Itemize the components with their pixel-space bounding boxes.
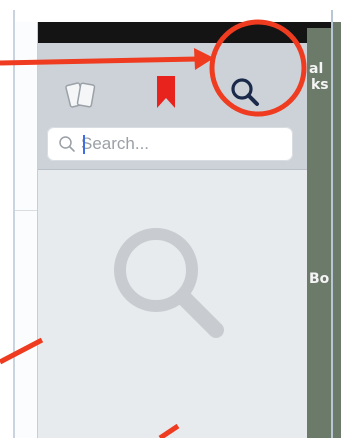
search-field[interactable] [47,127,293,161]
header-divider [38,169,308,170]
background-text-line3: Bo [309,271,330,287]
search-field-icon [59,136,75,152]
content-edge-left [15,22,37,438]
background-text-line1: al [309,61,324,77]
window-frame-right [331,10,333,438]
divider [15,210,37,211]
panel-top-bar [38,22,308,43]
bookmark-icon[interactable] [154,74,178,110]
search-sidebar-panel [37,22,308,438]
background-text-line2: ks [311,77,329,93]
text-cursor [83,135,85,154]
search-icon[interactable] [226,73,266,113]
panel-header [38,43,308,170]
empty-search-icon [114,228,224,338]
search-input[interactable] [81,131,281,157]
notes-icon[interactable] [64,78,100,114]
background-top-bar [307,22,331,28]
